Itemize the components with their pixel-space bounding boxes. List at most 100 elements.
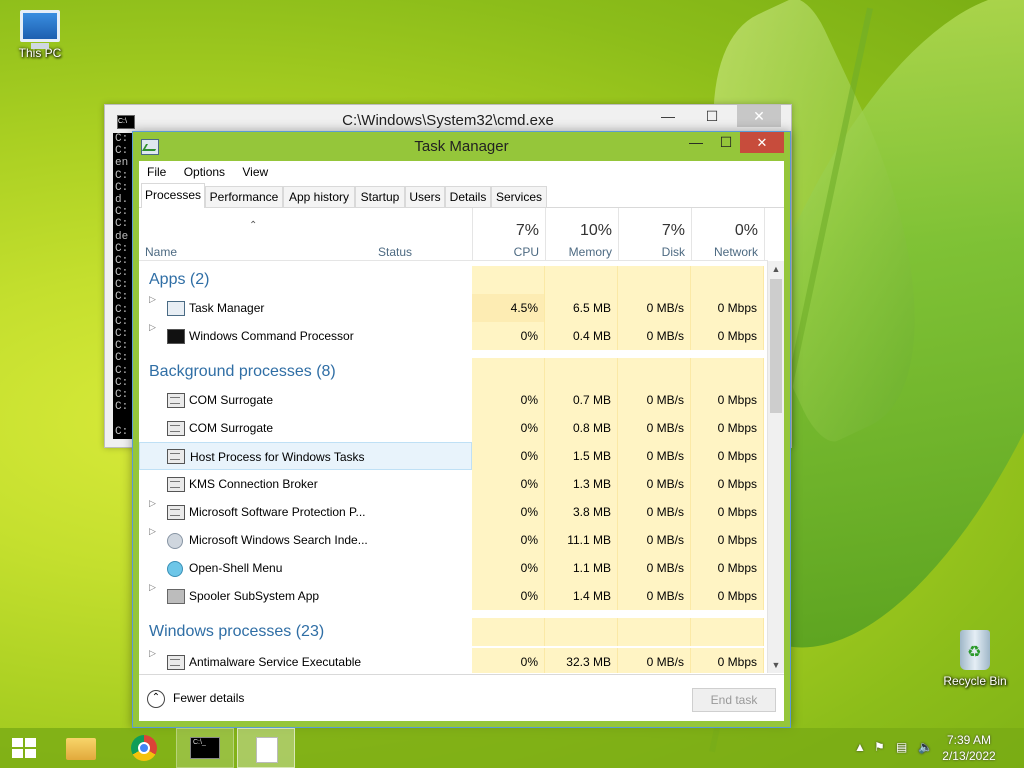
process-memory: 0.4 MB <box>545 322 618 350</box>
volume-muted-icon[interactable]: 🔈 <box>918 740 933 754</box>
process-disk: 0 MB/s <box>618 498 691 526</box>
task-manager-icon <box>167 301 185 316</box>
expand-chevron-icon[interactable]: ▷ <box>149 498 156 509</box>
column-name-label: Name <box>145 245 178 259</box>
column-header-memory[interactable]: 10% Memory <box>545 208 619 260</box>
process-row[interactable]: COM Surrogate 0% 0.8 MB 0 MB/s 0 Mbps <box>139 414 768 442</box>
column-header-name[interactable]: ⌃ Name <box>139 208 372 260</box>
service-icon <box>167 421 185 436</box>
column-header-disk[interactable]: 7% Disk <box>618 208 692 260</box>
process-network: 0 Mbps <box>691 526 764 554</box>
group-header-label: Windows processes (23) <box>149 623 325 640</box>
process-list: Apps (2) Task Manager ▷ 4.5% 6.5 MB 0 MB/s 0 M… <box>139 261 768 673</box>
taskbar-task-manager[interactable] <box>237 728 295 768</box>
heat-cell <box>545 618 618 646</box>
close-button[interactable]: ✕ <box>737 105 781 127</box>
process-cpu: 0% <box>472 442 545 470</box>
process-row[interactable]: Antimalware Service Executable ▷ 0% 32.3 MB… <box>139 648 768 673</box>
tab-services[interactable]: Services <box>491 186 547 207</box>
service-icon <box>167 449 185 464</box>
vertical-scrollbar[interactable]: ▲ ▼ <box>767 261 784 673</box>
tab-startup[interactable]: Startup <box>355 186 405 207</box>
minimize-button[interactable]: — <box>682 132 710 153</box>
taskbar-chrome[interactable] <box>116 728 174 768</box>
show-hidden-icons-icon[interactable]: ▲ <box>854 740 866 754</box>
process-disk: 0 MB/s <box>618 554 691 582</box>
column-header-network[interactable]: 0% Network <box>691 208 765 260</box>
tab-performance[interactable]: Performance <box>205 186 283 207</box>
tab-app-history[interactable]: App history <box>283 186 355 207</box>
process-row[interactable]: Microsoft Software Protection P... ▷ 0% 3.8… <box>139 498 768 526</box>
process-disk: 0 MB/s <box>618 582 691 610</box>
heat-cell <box>691 358 764 386</box>
expand-chevron-icon[interactable]: ▷ <box>149 582 156 593</box>
process-row[interactable]: Host Process for Windows Tasks 0% 1.5 MB 0 … <box>139 442 768 470</box>
process-network: 0 Mbps <box>691 554 764 582</box>
maximize-button[interactable]: ☐ <box>712 132 740 153</box>
heat-cell <box>472 618 545 646</box>
process-disk: 0 MB/s <box>618 322 691 350</box>
disk-total-percent: 7% <box>661 222 685 239</box>
column-header-cpu[interactable]: 7% CPU <box>472 208 546 260</box>
cmd-icon <box>167 329 185 344</box>
group-header: Background processes (8) <box>139 358 768 386</box>
menu-view[interactable]: View <box>235 161 275 183</box>
column-header-status[interactable]: Status <box>372 208 473 260</box>
process-row[interactable]: Spooler SubSystem App ▷ 0% 1.4 MB 0 MB/s 0 Mb… <box>139 582 768 610</box>
tab-processes[interactable]: Processes <box>141 183 205 208</box>
expand-chevron-icon[interactable]: ▷ <box>149 322 156 333</box>
scroll-down-icon[interactable]: ▼ <box>768 657 784 673</box>
process-row[interactable]: Microsoft Windows Search Inde... ▷ 0% 11.1 … <box>139 526 768 554</box>
taskbar-file-explorer[interactable] <box>52 728 110 768</box>
heat-cell <box>618 618 691 646</box>
menu-file[interactable]: File <box>139 161 173 183</box>
clock[interactable]: 7:39 AM 2/13/2022 <box>934 732 1004 764</box>
process-name: Microsoft Windows Search Inde... <box>189 533 368 547</box>
process-cpu: 4.5% <box>472 294 545 322</box>
taskbar-cmd[interactable]: C:\_ <box>176 728 234 768</box>
process-name: Windows Command Processor <box>189 329 354 343</box>
heat-cell <box>545 358 618 386</box>
process-row[interactable]: Task Manager ▷ 4.5% 6.5 MB 0 MB/s 0 Mbps <box>139 294 768 322</box>
process-row[interactable]: Open-Shell Menu 0% 1.1 MB 0 MB/s 0 Mbps <box>139 554 768 582</box>
group-header: Apps (2) <box>139 266 768 294</box>
tab-details[interactable]: Details <box>445 186 491 207</box>
scroll-up-icon[interactable]: ▲ <box>768 261 784 277</box>
process-row[interactable]: KMS Connection Broker 0% 1.3 MB 0 MB/s 0 Mbp… <box>139 470 768 498</box>
desktop-icon-recycle-bin[interactable]: Recycle Bin <box>935 630 1015 688</box>
action-center-flag-icon[interactable]: ⚑ <box>874 740 885 754</box>
close-button[interactable]: ✕ <box>740 132 784 153</box>
end-task-button[interactable]: End task <box>692 688 776 712</box>
minimize-button[interactable]: — <box>653 105 683 127</box>
scroll-thumb[interactable] <box>770 279 782 413</box>
expand-chevron-icon[interactable]: ▷ <box>149 648 156 659</box>
fewer-details-button[interactable]: ⌃ Fewer details <box>147 688 244 708</box>
process-network: 0 Mbps <box>691 294 764 322</box>
process-disk: 0 MB/s <box>618 648 691 673</box>
process-memory: 3.8 MB <box>545 498 618 526</box>
task-manager-window[interactable]: Task Manager — ☐ ✕ File Options View Pro… <box>132 131 791 728</box>
system-tray: ▲ ⚑ ▤ 🔈 7:39 AM 2/13/2022 <box>844 728 1024 768</box>
title-bar[interactable]: Task Manager — ☐ ✕ <box>133 132 790 161</box>
heat-cell <box>618 266 691 294</box>
tab-users[interactable]: Users <box>405 186 445 207</box>
process-cpu: 0% <box>472 648 545 673</box>
process-row[interactable]: Windows Command Processor ▷ 0% 0.4 MB 0 MB/s… <box>139 322 768 350</box>
process-disk: 0 MB/s <box>618 526 691 554</box>
expand-chevron-icon[interactable]: ▷ <box>149 526 156 537</box>
menu-options[interactable]: Options <box>177 161 232 183</box>
network-icon[interactable]: ▤ <box>896 740 907 754</box>
cpu-total-percent: 7% <box>515 222 539 239</box>
maximize-button[interactable]: ☐ <box>697 105 727 127</box>
desktop-icon-this-pc[interactable]: This PC <box>0 10 80 60</box>
process-memory: 0.7 MB <box>545 386 618 414</box>
cmd-icon: C:\ <box>117 115 135 129</box>
process-cpu: 0% <box>472 582 545 610</box>
process-row[interactable]: COM Surrogate 0% 0.7 MB 0 MB/s 0 Mbps <box>139 386 768 414</box>
process-grid: ⌃ Name Status 7% CPU 10% Memory 7% Disk … <box>139 208 784 673</box>
process-cpu: 0% <box>472 386 545 414</box>
expand-chevron-icon[interactable]: ▷ <box>149 294 156 305</box>
process-disk: 0 MB/s <box>618 470 691 498</box>
process-cpu: 0% <box>472 554 545 582</box>
start-button[interactable] <box>0 728 58 768</box>
